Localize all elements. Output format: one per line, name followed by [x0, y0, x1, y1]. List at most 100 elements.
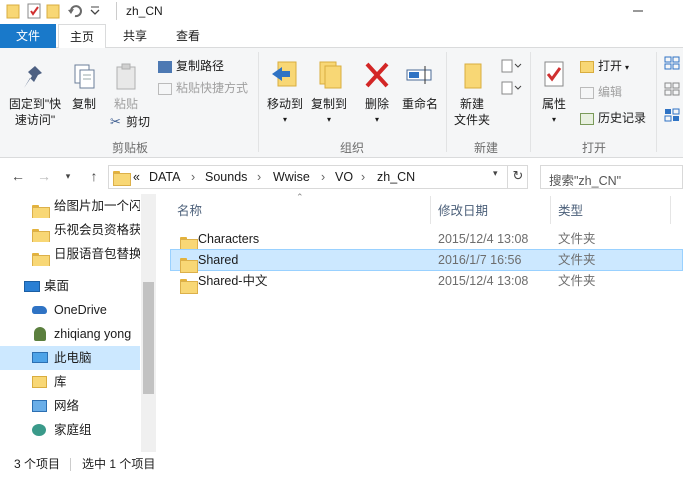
pin-to-quick-access-button[interactable]: 固定到"快 速访问" — [4, 62, 66, 128]
undo-icon[interactable] — [67, 3, 83, 19]
folder-icon — [32, 223, 50, 242]
column-header-date[interactable]: 修改日期 — [438, 200, 488, 219]
address-bar[interactable]: « DATA › Sounds › Wwise › VO › zh_CN ▾ ↻ — [108, 165, 528, 189]
nav-item[interactable]: 给图片加一个闪 — [0, 194, 140, 218]
nav-item-label: OneDrive — [54, 303, 107, 317]
pin-label: 固定到"快 — [8, 97, 62, 111]
open-button[interactable]: 打开 ▾ — [580, 56, 629, 78]
back-button[interactable]: ← — [8, 166, 28, 186]
breadcrumb-separator: › — [191, 170, 196, 184]
history-label: 历史记录 — [598, 111, 647, 125]
properties-icon[interactable] — [26, 3, 42, 19]
breadcrumb-vo[interactable]: VO — [335, 170, 353, 184]
breadcrumb-sounds[interactable]: Sounds — [205, 170, 247, 184]
new-folder-label: 新建 — [459, 97, 484, 111]
rename-button[interactable]: 重命名 — [400, 58, 440, 112]
status-bar: 3 个项目 选中 1 个项目 — [0, 452, 683, 477]
nav-item-libraries[interactable]: 库 — [0, 370, 140, 394]
new-item-icon[interactable] — [500, 58, 522, 77]
cut-button[interactable]: ✂ 剪切 — [110, 112, 150, 132]
column-divider[interactable] — [430, 196, 431, 224]
delete-icon — [365, 62, 389, 88]
column-divider[interactable] — [550, 196, 551, 224]
delete-button[interactable]: 删除 ▾ — [360, 58, 394, 128]
file-list: ⌃ 名称 修改日期 类型 Characters 2015/12/4 13:08 … — [160, 192, 683, 452]
breadcrumb-wwise[interactable]: Wwise — [273, 170, 310, 184]
nav-scrollbar[interactable] — [141, 194, 156, 452]
breadcrumb-overflow[interactable]: « — [133, 170, 140, 184]
file-name: Shared-中文 — [198, 274, 268, 288]
forward-button[interactable]: → — [34, 166, 54, 186]
file-type: 文件夹 — [558, 253, 596, 267]
properties-button[interactable]: 属性 ▾ — [536, 58, 572, 128]
nav-item-network[interactable]: 网络 — [0, 394, 140, 418]
nav-item-this-pc[interactable]: 此电脑 — [0, 346, 140, 370]
refresh-button[interactable]: ↻ — [507, 165, 528, 189]
history-button[interactable]: 历史记录 — [580, 108, 646, 128]
tab-file[interactable]: 文件 — [0, 24, 56, 48]
folder-icon — [113, 170, 131, 187]
copy-button[interactable]: 复制 — [66, 62, 102, 112]
edit-button[interactable]: 编辑 — [580, 82, 622, 102]
easy-access-icon[interactable] — [500, 80, 522, 99]
navigation-bar: ← → ▾ ↑ « DATA › Sounds › Wwise › VO › z… — [0, 162, 683, 190]
item-count: 3 个项目 — [14, 457, 61, 471]
nav-item-onedrive[interactable]: OneDrive — [0, 298, 140, 322]
select-none-icon[interactable] — [664, 82, 680, 99]
copy-label: 复制 — [71, 97, 96, 111]
folder-icon — [6, 3, 22, 19]
new-group-label: 新建 — [474, 141, 499, 155]
paste-button[interactable]: 粘贴 — [106, 62, 146, 112]
tab-home[interactable]: 主页 — [58, 24, 106, 49]
selected-count: 选中 1 个项目 — [82, 457, 156, 471]
up-button[interactable]: ↑ — [84, 166, 104, 186]
nav-item[interactable]: 乐视会员资格获 — [0, 218, 140, 242]
search-input[interactable]: 搜索"zh_CN" — [540, 165, 683, 189]
table-row[interactable]: Shared-中文 2015/12/4 13:08 文件夹 — [170, 270, 683, 295]
breadcrumb-zh-cn[interactable]: zh_CN — [377, 170, 415, 184]
nav-item-desktop[interactable]: 桌面 — [0, 274, 140, 298]
nav-item[interactable]: 日服语音包替换 — [0, 242, 140, 266]
recent-locations-button[interactable]: ▾ — [58, 166, 78, 186]
breadcrumb-data[interactable]: DATA — [149, 170, 180, 184]
move-to-label: 移动到 — [266, 97, 303, 111]
table-row[interactable]: Characters 2015/12/4 13:08 文件夹 — [170, 228, 683, 253]
column-header-type[interactable]: 类型 — [558, 200, 583, 219]
minimize-button[interactable] — [628, 2, 648, 20]
open-icon — [580, 60, 594, 73]
paste-label: 粘贴 — [113, 97, 138, 111]
tab-view[interactable]: 查看 — [164, 24, 212, 48]
table-row-selected[interactable]: Shared 2016/1/7 16:56 文件夹 — [170, 249, 683, 274]
chevron-down-icon[interactable] — [90, 4, 106, 20]
select-all-icon[interactable] — [664, 56, 680, 73]
new-folder-icon[interactable] — [46, 3, 62, 19]
divider — [70, 458, 71, 471]
organize-group-label: 组织 — [340, 141, 365, 155]
invert-selection-icon[interactable] — [664, 108, 680, 125]
copy-path-button[interactable]: 复制路径 — [158, 56, 224, 76]
computer-icon — [32, 352, 48, 363]
move-to-button[interactable]: 移动到 ▾ — [264, 58, 306, 128]
group-divider — [530, 52, 531, 152]
copy-to-label: 复制到 — [310, 97, 347, 111]
copy-to-button[interactable]: 复制到 ▾ — [308, 58, 350, 128]
chevron-down-icon[interactable]: ▾ — [493, 168, 498, 179]
column-header-name[interactable]: 名称 — [177, 200, 202, 219]
new-folder-button[interactable]: 新建 文件夹 — [452, 58, 492, 128]
ribbon: 固定到"快 速访问" 复制 粘贴 复制路径 粘贴快捷方式 ✂ 剪切 剪贴板 移动到… — [0, 48, 683, 158]
copy-icon — [74, 64, 95, 89]
chevron-down-icon: ▾ — [551, 115, 556, 124]
paste-shortcut-button[interactable]: 粘贴快捷方式 — [158, 78, 248, 98]
nav-item-user[interactable]: zhiqiang yong — [0, 322, 140, 346]
scissors-icon: ✂ — [110, 114, 121, 129]
search-placeholder: 搜索"zh_CN" — [549, 174, 622, 188]
breadcrumb-separator: › — [361, 170, 366, 184]
tab-share[interactable]: 共享 — [110, 24, 160, 48]
column-divider[interactable] — [670, 196, 671, 224]
group-divider — [656, 52, 657, 152]
nav-scrollbar-thumb[interactable] — [143, 282, 154, 394]
user-icon — [34, 327, 46, 341]
copy-path-icon — [158, 60, 172, 73]
rename-label: 重命名 — [401, 97, 438, 111]
nav-item-homegroup[interactable]: 家庭组 — [0, 418, 140, 442]
